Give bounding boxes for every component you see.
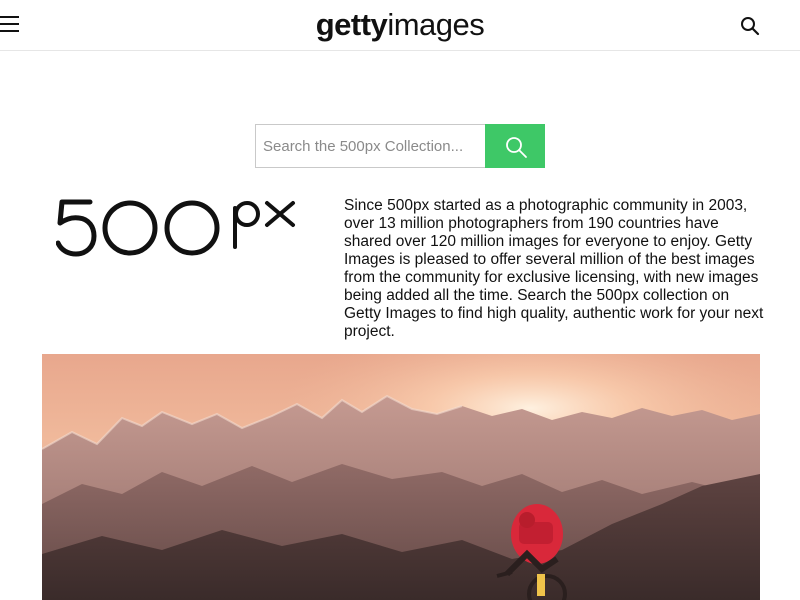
hero-image-mountain-biker [42, 354, 760, 600]
getty-images-logo[interactable]: gettyimages [0, 6, 800, 44]
search-icon[interactable] [740, 16, 760, 36]
500px-logo: 500px [56, 192, 295, 257]
collection-search-input[interactable] [255, 124, 485, 168]
search-icon [506, 137, 527, 158]
logo-getty: getty [315, 7, 388, 42]
logo-images: images [387, 7, 485, 42]
collection-description: Since 500px started as a photographic co… [344, 197, 764, 340]
collection-search-bar [255, 124, 545, 168]
top-navigation-bar: gettyimages [0, 0, 800, 51]
collection-search-button[interactable] [485, 124, 545, 168]
500px-logo-text: 500px [56, 192, 59, 193]
